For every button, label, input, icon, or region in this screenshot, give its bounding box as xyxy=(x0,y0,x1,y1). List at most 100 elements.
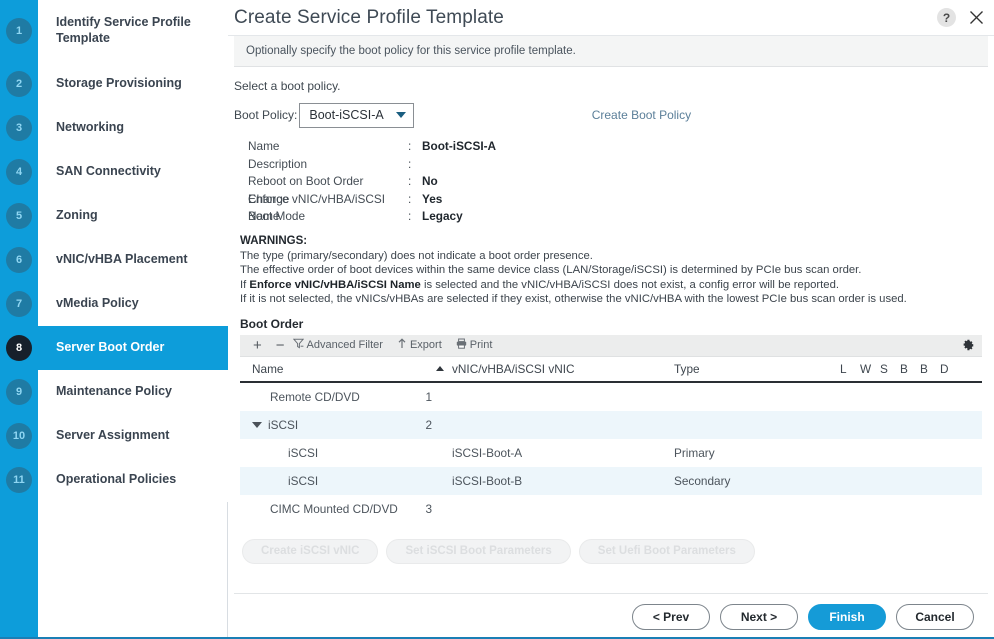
column-header-name[interactable]: Name xyxy=(240,362,452,376)
sidebar-item-storage-provisioning[interactable]: 2 Storage Provisioning xyxy=(0,62,228,106)
column-header-name-label: Name xyxy=(252,361,284,376)
dialog-content: Select a boot policy. Boot Policy: Boot-… xyxy=(228,67,994,593)
action-button-create-iscsi-vnic: Create iSCSI vNIC xyxy=(242,538,379,564)
column-header-type[interactable]: Type xyxy=(674,362,834,376)
column-header-truncated[interactable]: B xyxy=(900,362,920,376)
sidebar-item-maintenance-policy[interactable]: 9 Maintenance Policy xyxy=(0,370,228,414)
export-label: Export xyxy=(409,339,442,352)
column-header-truncated[interactable]: D xyxy=(940,362,960,376)
detail-row: Name: Boot-iSCSI-A xyxy=(248,138,988,156)
detail-value: Boot-iSCSI-A xyxy=(422,139,497,153)
sidebar-item-server-boot-order[interactable]: 8 Server Boot Order xyxy=(0,326,228,370)
column-header-vnic[interactable]: vNIC/vHBA/iSCSI vNIC xyxy=(452,362,674,376)
cell-name: Remote CD/DVD 1 xyxy=(240,390,452,404)
cell-type: Secondary xyxy=(674,473,731,488)
print-label: Print xyxy=(469,339,493,352)
step-number-badge: 9 xyxy=(6,379,32,405)
advanced-filter-button[interactable]: Advanced Filter xyxy=(292,338,391,352)
gear-icon[interactable] xyxy=(961,338,975,352)
warning-line-enforce: If Enforce vNIC/vHBA/iSCSI Name is selec… xyxy=(240,278,988,293)
detail-key: Enforce vNIC/vHBA/iSCSI Name xyxy=(248,191,386,224)
sidebar-item-label: Server Boot Order xyxy=(38,326,228,370)
step-number-badge: 4 xyxy=(6,159,32,185)
sidebar-item-label: vMedia Policy xyxy=(38,282,228,326)
close-icon[interactable] xyxy=(966,8,986,28)
tree-expander-icon[interactable] xyxy=(252,421,262,428)
table-body: Remote CD/DVD 1 iSCSI 2 iSCSI iSCSI-Boot-A Pri… xyxy=(240,383,982,523)
step-number-badge: 2 xyxy=(6,71,32,97)
prev-button[interactable]: < Prev xyxy=(632,603,710,630)
help-icon[interactable]: ? xyxy=(937,8,956,27)
step-number-badge: 11 xyxy=(6,467,32,493)
column-header-truncated[interactable]: L xyxy=(840,362,860,376)
cell-type: Primary xyxy=(674,445,715,460)
export-button[interactable]: Export xyxy=(397,338,450,352)
cell-order: 3 xyxy=(425,501,432,516)
sidebar-item-san-connectivity[interactable]: 4 SAN Connectivity xyxy=(0,150,228,194)
sidebar-item-label: Operational Policies xyxy=(38,458,228,502)
sidebar-item-networking[interactable]: 3 Networking xyxy=(0,106,228,150)
cell-name: iSCSI xyxy=(240,474,452,488)
dialog-subtitle: Optionally specify the boot policy for t… xyxy=(234,36,988,67)
warning-line: The effective order of boot devices with… xyxy=(240,264,862,277)
step-number-badge: 7 xyxy=(6,291,32,317)
table-row[interactable]: Remote CD/DVD 1 xyxy=(240,383,982,411)
detail-separator: : xyxy=(408,156,412,171)
cancel-button[interactable]: Cancel xyxy=(896,603,974,630)
warning-bold-term: Enforce vNIC/vHBA/iSCSI Name xyxy=(249,278,421,291)
chevron-down-icon xyxy=(395,112,406,118)
detail-key: Description xyxy=(248,156,308,171)
column-header-truncated[interactable]: W xyxy=(860,362,880,376)
warnings-block: WARNINGS: The type (primary/secondary) d… xyxy=(234,234,988,307)
finish-button[interactable]: Finish xyxy=(808,603,886,630)
column-header-truncated[interactable]: S xyxy=(880,362,900,376)
boot-policy-dropdown[interactable]: Boot-iSCSI-A xyxy=(299,102,414,128)
detail-row: Enforce vNIC/vHBA/iSCSI Name: Yes xyxy=(248,191,988,224)
detail-key: Reboot on Boot Order Change xyxy=(248,174,364,206)
sidebar-item-zoning[interactable]: 5 Zoning xyxy=(0,194,228,238)
table-row[interactable]: iSCSI iSCSI-Boot-B Secondary xyxy=(240,466,982,495)
detail-separator: : xyxy=(408,174,412,188)
cell-order: 2 xyxy=(425,417,432,432)
sidebar-item-identify-service-profile-template[interactable]: 1 Identify Service Profile Template xyxy=(0,0,228,62)
sidebar-item-vmedia-policy[interactable]: 7 vMedia Policy xyxy=(0,282,228,326)
remove-row-button[interactable]: − xyxy=(270,337,291,354)
printer-icon xyxy=(456,338,467,352)
sidebar-item-label: Identify Service Profile Template xyxy=(38,0,228,62)
sidebar-item-label: SAN Connectivity xyxy=(38,150,228,194)
page-title: Create Service Profile Template xyxy=(234,6,504,28)
sidebar-item-server-assignment[interactable]: 10 Server Assignment xyxy=(0,414,228,458)
sidebar-item-operational-policies[interactable]: 11 Operational Policies xyxy=(0,458,228,502)
detail-row: Description: xyxy=(248,156,988,174)
cell-name-label: iSCSI xyxy=(288,473,319,488)
detail-separator: : xyxy=(408,191,412,206)
cell-order: 1 xyxy=(425,389,432,404)
sidebar-item-vnic-vhba-placement[interactable]: 6 vNIC/vHBA Placement xyxy=(0,238,228,282)
sidebar-item-label: vNIC/vHBA Placement xyxy=(38,238,228,282)
boot-action-buttons: Create iSCSI vNIC Set iSCSI Boot Paramete… xyxy=(234,538,988,564)
column-headers-truncated: LWSBBD xyxy=(840,362,960,376)
action-button-set-uefi-boot-parameters: Set Uefi Boot Parameters xyxy=(578,538,755,564)
cell-name-label: iSCSI xyxy=(268,417,299,432)
step-number-badge: 6 xyxy=(6,247,32,273)
dialog-footer: < Prev Next > Finish Cancel xyxy=(234,593,988,639)
titlebar-actions: ? xyxy=(937,8,986,28)
cell-name-label: iSCSI xyxy=(288,445,319,460)
table-row[interactable]: iSCSI iSCSI-Boot-A Primary xyxy=(240,439,982,467)
boot-order-heading: Boot Order xyxy=(240,316,304,331)
action-button-set-iscsi-boot-parameters: Set iSCSI Boot Parameters xyxy=(386,538,571,564)
wizard-step-list: 1 Identify Service Profile Template 2 Stora… xyxy=(0,0,228,639)
wizard-sidebar: 1 Identify Service Profile Template 2 Stora… xyxy=(0,0,228,639)
table-row[interactable]: iSCSI 2 xyxy=(240,410,982,439)
step-number-badge: 5 xyxy=(6,203,32,229)
boot-order-table: + − Advanced Filter Export Print Name vN… xyxy=(234,334,988,523)
column-header-truncated[interactable]: B xyxy=(920,362,940,376)
add-row-button[interactable]: + xyxy=(247,337,268,354)
print-button[interactable]: Print xyxy=(456,338,501,352)
create-boot-policy-link[interactable]: Create Boot Policy xyxy=(592,108,691,122)
sidebar-item-label: Storage Provisioning xyxy=(38,62,228,106)
table-row[interactable]: CIMC Mounted CD/DVD 3 xyxy=(240,495,982,523)
detail-value: No xyxy=(422,174,438,188)
next-button[interactable]: Next > xyxy=(720,603,798,630)
instruction-text: Select a boot policy. xyxy=(234,79,341,93)
